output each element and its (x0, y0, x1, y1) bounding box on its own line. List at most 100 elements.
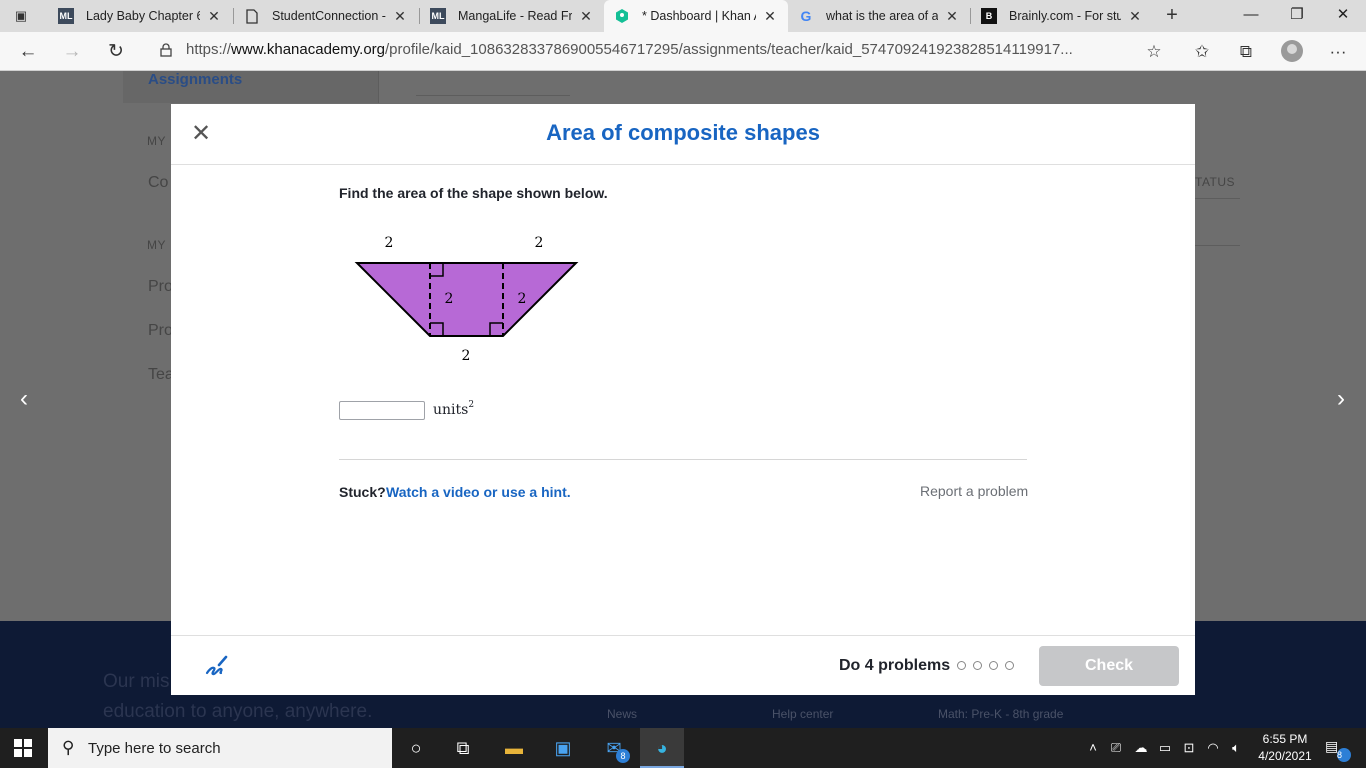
url-prefix: https:// (186, 41, 232, 58)
progress-dot (973, 661, 982, 670)
report-problem-link[interactable]: Report a problem (920, 483, 1028, 499)
mail-badge: 8 (616, 749, 630, 763)
notification-badge: 8 (1337, 748, 1351, 762)
onedrive-icon[interactable]: ☁ (1130, 728, 1152, 768)
divider (1195, 198, 1240, 199)
windows-start-icon[interactable] (14, 739, 32, 757)
store-icon[interactable]: ▣ (541, 728, 585, 768)
refresh-icon[interactable]: ↻ (102, 38, 130, 66)
collections-icon[interactable]: ⧉ (1232, 38, 1260, 66)
label-height-right: 2 (518, 291, 527, 307)
tab-close-icon[interactable]: ✕ (1127, 8, 1143, 25)
divider (378, 71, 379, 103)
search-placeholder: Type here to search (88, 740, 221, 757)
back-arrow-icon[interactable]: ← (14, 38, 42, 66)
units-exponent: 2 (468, 400, 475, 410)
assignments-link: Assignments (148, 71, 243, 88)
browser-tab-strip: ▣ ML Lady Baby Chapter 60 ✕ StudentConne… (0, 0, 1366, 32)
trapezoid-figure: 2 2 2 2 2 (354, 235, 579, 364)
tab-brainly[interactable]: B Brainly.com - For stud ✕ (971, 0, 1153, 32)
clock-date: 4/20/2021 (1258, 749, 1312, 763)
tab-lady-baby[interactable]: ML Lady Baby Chapter 60 ✕ (48, 0, 232, 32)
sidebar-item: Tea (148, 366, 174, 383)
favorites-icon[interactable]: ✩ (1188, 38, 1216, 66)
stuck-label: Stuck? (339, 484, 386, 500)
tab-title: MangaLife - Read Free (458, 9, 572, 23)
tab-actions-icon[interactable]: ▣ (10, 7, 32, 25)
answer-input[interactable] (339, 401, 425, 420)
tab-close-icon[interactable]: ✕ (762, 8, 778, 25)
tab-close-icon[interactable]: ✕ (206, 8, 222, 25)
more-options-icon[interactable]: ··· (1324, 38, 1352, 66)
mission-text: education to anyone, anywhere. (103, 701, 373, 722)
profile-avatar[interactable] (1281, 40, 1303, 62)
section-label: MY (147, 238, 166, 252)
tray-chevron-icon[interactable]: ˄ (1084, 728, 1102, 768)
exercise-modal: ✕ Area of composite shapes Find the area… (171, 104, 1195, 695)
section-label: MY (147, 134, 166, 148)
lock-icon[interactable] (160, 43, 172, 57)
sidebar-item: Pro (148, 322, 173, 339)
new-tab-icon[interactable]: + (1160, 4, 1184, 28)
label-top-left: 2 (385, 235, 394, 251)
volume-icon[interactable]: 🔈︎ (1226, 728, 1246, 768)
url-path: /profile/kaid_108632833786900554671729​5… (385, 41, 1073, 58)
tab-khan-dashboard[interactable]: * Dashboard | Khan Ac ✕ (604, 0, 788, 32)
footer-link-news: News (607, 707, 638, 721)
modal-header: ✕ Area of composite shapes (171, 104, 1195, 165)
edge-browser-icon[interactable]: ◕ (640, 728, 684, 768)
progress-dot (957, 661, 966, 670)
mail-icon[interactable]: ✉ 8 (592, 728, 636, 768)
trapezoid-shape (354, 262, 579, 337)
taskbar-clock[interactable]: 6:55 PM 4/20/2021 (1254, 731, 1316, 765)
browser-toolbar: ← → ↻ https://www.khanacademy.org/profil… (0, 32, 1366, 71)
mangalife-favicon-icon: ML (58, 8, 74, 24)
forward-arrow-icon[interactable]: → (58, 38, 86, 66)
sidebar-item: Co (148, 174, 169, 191)
label-bottom: 2 (462, 348, 471, 364)
units-text: units (433, 402, 469, 418)
mission-text: Our mis (103, 671, 170, 692)
progress-dot (989, 661, 998, 670)
add-favorite-icon[interactable]: ☆ (1140, 38, 1168, 66)
restore-icon[interactable]: ❐ (1274, 0, 1320, 32)
taskbar-search[interactable]: ⚲ Type here to search (48, 728, 392, 768)
check-button[interactable]: Check (1039, 646, 1179, 686)
label-height-left: 2 (445, 291, 454, 307)
url-host: www.khanacademy.org (231, 41, 385, 58)
tab-google-search[interactable]: G what is the area of a tr ✕ (788, 0, 970, 32)
notification-icon[interactable]: ▤ 8 (1325, 738, 1351, 762)
google-logo-icon: G (800, 8, 812, 24)
tab-close-icon[interactable]: ✕ (578, 8, 594, 25)
wifi-icon[interactable]: ◠ (1203, 728, 1223, 768)
task-view-icon[interactable]: ⧉ (441, 728, 485, 768)
close-window-icon[interactable]: ✕ (1320, 0, 1366, 32)
scratchpad-icon[interactable] (203, 653, 229, 679)
khan-academy-logo-icon (614, 8, 630, 24)
minimize-icon[interactable]: — (1228, 0, 1274, 32)
mangalife-favicon-icon: ML (430, 8, 446, 24)
hint-link[interactable]: Watch a video or use a hint. (386, 484, 571, 500)
power-icon[interactable]: ▭ (1155, 728, 1175, 768)
next-arrow-icon[interactable]: › (1331, 387, 1351, 411)
cortana-icon[interactable]: ○ (394, 728, 438, 768)
tab-title: * Dashboard | Khan Ac (642, 9, 756, 23)
address-bar[interactable]: https://www.khanacademy.org/profile/kaid… (186, 41, 1131, 58)
footer-link-help: Help center (772, 707, 834, 721)
tray-app-icon[interactable]: ⎚ (1106, 728, 1126, 768)
divider (1195, 245, 1240, 246)
tab-close-icon[interactable]: ✕ (392, 8, 408, 25)
tab-close-icon[interactable]: ✕ (944, 8, 960, 25)
divider (339, 459, 1027, 460)
screen-icon[interactable]: ⊡ (1179, 728, 1199, 768)
tab-mangalife[interactable]: ML MangaLife - Read Free ✕ (420, 0, 604, 32)
file-explorer-icon[interactable]: ▬ (492, 728, 536, 768)
tab-studentconnection[interactable]: StudentConnection - S ✕ (234, 0, 418, 32)
tab-title: Lady Baby Chapter 60 (86, 9, 200, 23)
previous-arrow-icon[interactable]: ‹ (14, 387, 34, 411)
tab-title: what is the area of a tr (826, 9, 938, 23)
label-top-right: 2 (535, 235, 544, 251)
clock-time: 6:55 PM (1262, 732, 1308, 746)
divider (416, 95, 570, 96)
progress-label: Do 4 problems (839, 657, 951, 674)
